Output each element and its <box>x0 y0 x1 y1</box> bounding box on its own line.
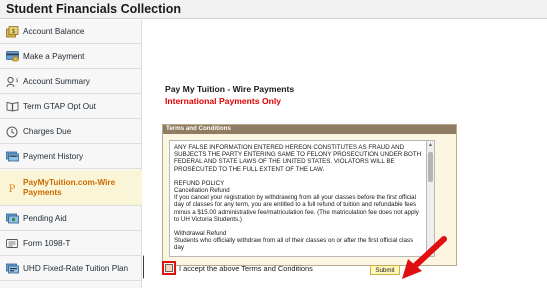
checkbox-highlight <box>162 261 176 275</box>
sidebar-item-make-a-payment[interactable]: Make a Payment <box>0 45 142 69</box>
accept-row: I accept the above Terms and Conditions <box>162 261 313 275</box>
page-title: Student Financials Collection <box>6 2 182 16</box>
sidebar-item-label: Account Balance <box>23 26 85 36</box>
svg-text:P: P <box>9 184 16 194</box>
annotation-arrow-icon <box>402 236 447 279</box>
sidebar-item-paymytuition[interactable]: P PayMyTuition.com-Wire Payments <box>0 170 142 206</box>
sidebar-item-pending-aid[interactable]: Pending Aid <box>0 207 142 231</box>
form-icon <box>3 238 21 249</box>
terms-textarea[interactable]: ANY FALSE INFORMATION ENTERED HEREON CON… <box>169 140 427 257</box>
sidebar-item-account-summary[interactable]: $ Account Summary <box>0 70 142 94</box>
paymytuition-icon: P <box>3 182 21 194</box>
account-balance-icon: $ <box>3 25 21 38</box>
sidebar-item-label: Payment History <box>23 151 84 161</box>
sidebar-item-label: Form 1098-T <box>23 238 71 248</box>
terms-paragraph: REFUND POLICY <box>174 179 225 187</box>
terms-paragraph: Cancellation Refund <box>174 187 230 195</box>
sidebar-item-label: PayMyTuition.com-Wire Payments <box>23 177 116 197</box>
sidebar-item-label: Make a Payment <box>23 51 85 61</box>
sidebar-item-form-1098-t[interactable]: Form 1098-T <box>0 232 142 256</box>
payment-card-icon <box>3 51 21 62</box>
page-heading: Pay My Tuition - Wire Payments <box>165 84 295 94</box>
sidebar-item-charges-due[interactable]: Charges Due <box>0 120 142 144</box>
pending-aid-icon <box>3 213 21 224</box>
main-content: Pay My Tuition - Wire Payments Internati… <box>144 20 547 288</box>
sidebar-item-term-gtap-opt-out[interactable]: Term GTAP Opt Out <box>0 95 142 119</box>
international-notice: International Payments Only <box>165 96 282 106</box>
accept-terms-checkbox[interactable] <box>165 264 173 272</box>
book-icon <box>3 101 21 112</box>
terms-paragraph: Withdrawal Refund <box>174 230 227 238</box>
payment-history-icon <box>3 151 21 162</box>
sidebar-item-label: Account Summary <box>23 76 90 86</box>
accept-terms-label: I accept the above Terms and Conditions <box>179 263 313 273</box>
sidebar-item-label: Pending Aid <box>23 213 67 223</box>
account-summary-icon: $ <box>3 76 21 88</box>
sidebar-item-uhd-fixed-rate-tuition-plan[interactable]: UHD Fixed-Rate Tuition Plan <box>0 257 142 281</box>
sidebar-item-label: Term GTAP Opt Out <box>23 101 96 111</box>
svg-text:$: $ <box>11 28 15 35</box>
tuition-plan-icon <box>3 263 21 274</box>
title-bar: Student Financials Collection <box>0 0 547 19</box>
sidebar-item-label: Charges Due <box>23 126 72 136</box>
sidebar-item-account-balance[interactable]: $ Account Balance <box>0 20 142 44</box>
terms-paragraph: ANY FALSE INFORMATION ENTERED HEREON CON… <box>174 144 422 173</box>
clock-icon <box>3 126 21 138</box>
sidebar-item-payment-history[interactable]: Payment History <box>0 145 142 169</box>
scroll-thumb[interactable] <box>428 152 433 182</box>
sidebar-nav: $ Account Balance Make a Payment $ Accou… <box>0 20 142 288</box>
sidebar-item-label: UHD Fixed-Rate Tuition Plan <box>23 263 129 273</box>
terms-header-label: Terms and Conditions <box>166 125 231 132</box>
terms-header: Terms and Conditions <box>163 125 456 134</box>
terms-paragraph: If you cancel your registration by withd… <box>174 194 419 223</box>
scroll-up-icon[interactable]: ▲ <box>427 141 434 149</box>
terms-paragraph: Students who officially withdraw from al… <box>174 237 414 252</box>
svg-text:$: $ <box>16 78 19 84</box>
app-window: Student Financials Collection $ Account … <box>0 0 547 288</box>
